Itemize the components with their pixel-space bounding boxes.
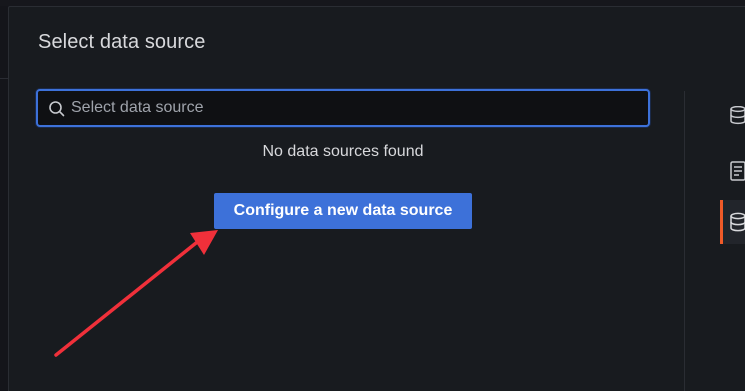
side-tab-database[interactable] — [720, 200, 745, 244]
database-stack-icon — [730, 106, 745, 125]
search-icon — [49, 101, 65, 117]
no-results-message: No data sources found — [262, 143, 424, 160]
side-tab-dashboard[interactable] — [720, 148, 745, 192]
side-tab-database-stack[interactable] — [720, 94, 745, 138]
modal-title: Select data source — [38, 31, 206, 53]
dashboard-icon — [730, 161, 745, 181]
search-input[interactable] — [71, 91, 641, 125]
database-icon — [730, 212, 745, 232]
select-data-source-modal: Select data source No data sources found… — [8, 6, 745, 391]
data-source-search[interactable] — [36, 89, 650, 127]
configure-data-source-button[interactable]: Configure a new data source — [214, 193, 472, 229]
panel-divider — [684, 91, 685, 391]
